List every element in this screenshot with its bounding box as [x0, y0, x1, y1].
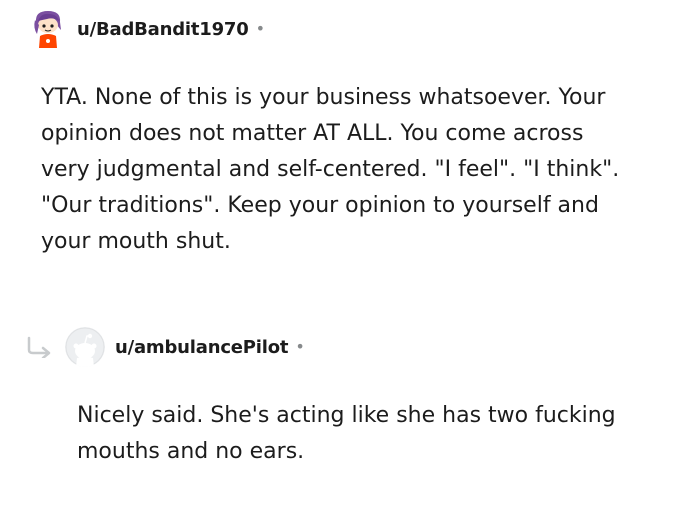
reply-arrow-icon — [27, 336, 51, 358]
comment-line: opinion does not matter AT ALL. You come… — [41, 121, 584, 146]
reply-line: mouths and no ears. — [77, 439, 305, 464]
comment-thread: u/BadBandit1970 • YTA. None of this is y… — [0, 0, 700, 515]
reply-line: Nicely said. She's acting like she has t… — [77, 403, 616, 428]
default-snoo-avatar-icon[interactable] — [65, 327, 105, 367]
comment-line: your mouth shut. — [41, 229, 231, 254]
comment-header: u/BadBandit1970 • — [31, 8, 265, 50]
reply-header: u/ambulancePilot • — [25, 327, 305, 367]
meta-separator: • — [295, 337, 305, 356]
snoo-avatar-purple-hair-icon[interactable] — [31, 8, 67, 50]
reply-username[interactable]: u/ambulancePilot — [115, 337, 289, 358]
comment-body: YTA. None of this is your business whats… — [41, 80, 681, 260]
comment-line: very judgmental and self-centered. "I fe… — [41, 157, 620, 182]
comment-line: "Our traditions". Keep your opinion to y… — [41, 193, 599, 218]
comment-username[interactable]: u/BadBandit1970 — [77, 19, 249, 40]
comment-line: YTA. None of this is your business whats… — [41, 85, 606, 110]
reply-body: Nicely said. She's acting like she has t… — [77, 398, 687, 470]
meta-separator: • — [255, 19, 266, 38]
